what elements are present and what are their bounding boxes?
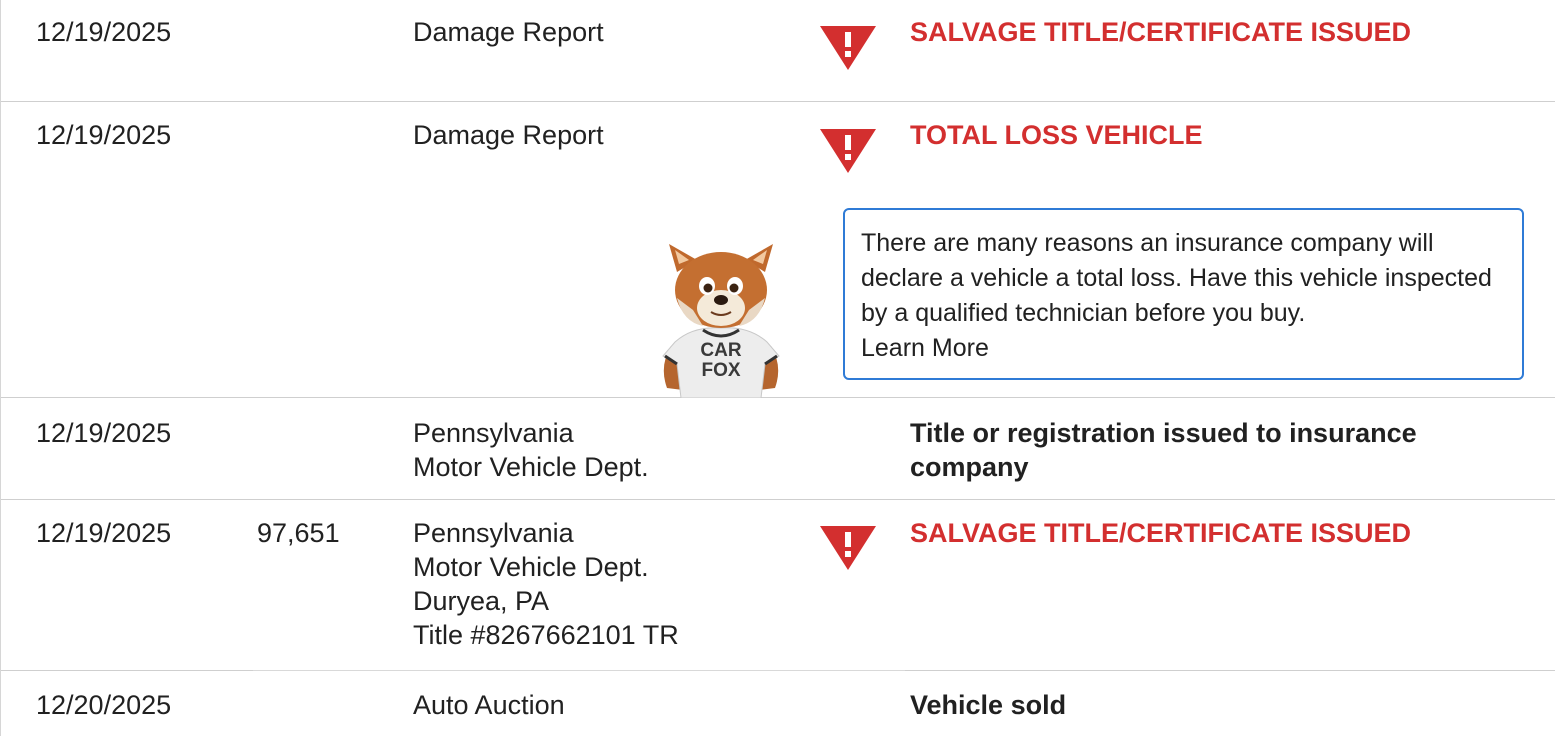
row-comment: Title or registration issued to insuranc… <box>910 418 1417 482</box>
alert-triangle-icon <box>820 526 876 570</box>
car-fox-mascot-icon: CAR FOX <box>662 244 780 398</box>
row-source: Pennsylvania Motor Vehicle Dept. Duryea,… <box>413 516 679 652</box>
row-date: 12/20/2025 <box>36 690 172 720</box>
alert-triangle-icon <box>820 129 876 173</box>
table-row: 12/20/2025 Auto Auction Vehicle sold <box>1 671 1555 736</box>
table-row: 12/19/2025 97,651 Pennsylvania Motor Veh… <box>1 500 1555 671</box>
row-comment: SALVAGE TITLE/CERTIFICATE ISSUED <box>910 518 1412 548</box>
source-line: Title #8267662101 TR <box>413 620 679 650</box>
row-comment: SALVAGE TITLE/CERTIFICATE ISSUED <box>910 17 1412 47</box>
row-source: Damage Report <box>413 120 604 150</box>
row-date: 12/19/2025 <box>36 518 172 548</box>
row-source: Pennsylvania Motor Vehicle Dept. <box>413 416 649 484</box>
source-line: Pennsylvania <box>413 418 574 448</box>
table-row: 12/19/2025 Damage Report SALVAGE TITLE/C… <box>1 0 1555 102</box>
row-date: 12/19/2025 <box>36 418 172 448</box>
alert-triangle-icon <box>820 26 876 70</box>
row-source: Auto Auction <box>413 690 565 720</box>
tip-text: There are many reasons an insurance comp… <box>861 229 1492 327</box>
row-date: 12/19/2025 <box>36 17 172 47</box>
row-comment: Vehicle sold <box>910 690 1067 720</box>
mascot-shirt-line-1: CAR <box>700 340 741 361</box>
history-table: 12/19/2025 Damage Report SALVAGE TITLE/C… <box>0 0 1555 736</box>
mascot-shirt-line-2: FOX <box>701 360 740 381</box>
source-line: Pennsylvania <box>413 518 574 548</box>
total-loss-tip: There are many reasons an insurance comp… <box>843 208 1524 380</box>
learn-more-link[interactable]: Learn More <box>861 334 989 362</box>
source-line: Motor Vehicle Dept. <box>413 552 649 582</box>
row-odometer: 97,651 <box>257 518 340 548</box>
source-line: Duryea, PA <box>413 586 550 616</box>
source-line: Motor Vehicle Dept. <box>413 452 649 482</box>
table-row: 12/19/2025 Pennsylvania Motor Vehicle De… <box>1 398 1555 500</box>
row-source: Damage Report <box>413 17 604 47</box>
row-comment: TOTAL LOSS VEHICLE <box>910 120 1203 150</box>
row-date: 12/19/2025 <box>36 120 172 150</box>
